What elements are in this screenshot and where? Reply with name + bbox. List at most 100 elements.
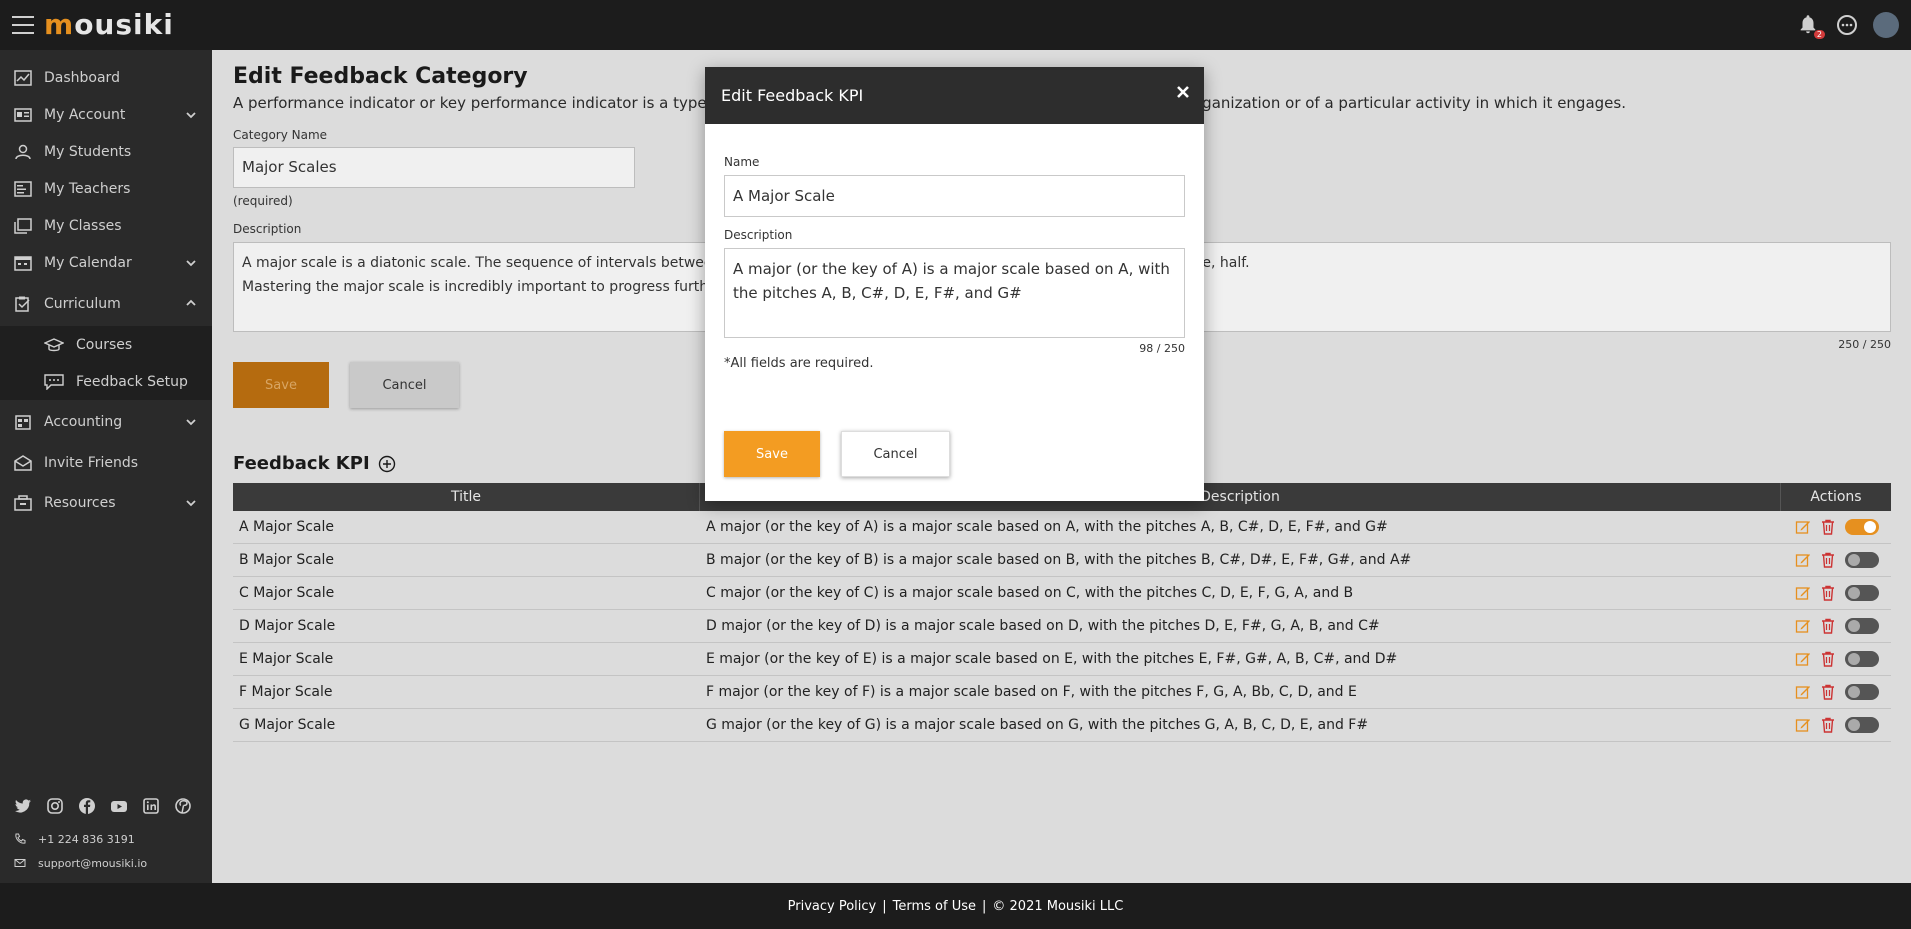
modal-description-label: Description [724, 228, 793, 242]
linkedin-icon[interactable] [142, 797, 160, 815]
table-row: D Major Scale D major (or the key of D) i… [233, 610, 1891, 643]
sidebar-item-feedback-setup[interactable]: Feedback Setup [0, 363, 212, 400]
trash-icon[interactable] [1821, 717, 1835, 733]
chat-icon[interactable] [1835, 13, 1859, 37]
avatar[interactable] [1873, 12, 1899, 38]
sidebar-item-courses[interactable]: Courses [0, 326, 212, 363]
row-actions [1781, 610, 1891, 642]
sidebar-item-curriculum[interactable]: Curriculum [0, 281, 212, 326]
sidebar-item-invite-friends[interactable]: Invite Friends [0, 444, 212, 481]
modal-cancel-button[interactable]: Cancel [841, 431, 950, 477]
sidebar-footer: +1 224 836 3191 support@mousiki.io [0, 787, 212, 883]
row-actions [1781, 577, 1891, 609]
edit-icon[interactable] [1795, 618, 1811, 634]
trash-icon[interactable] [1821, 651, 1835, 667]
chevron-down-icon[interactable] [186, 258, 196, 268]
sidebar-item-resources[interactable]: Resources [0, 481, 212, 525]
sidebar-item-dashboard[interactable]: Dashboard [0, 59, 212, 96]
chevron-up-icon[interactable] [186, 298, 196, 308]
chevron-down-icon[interactable] [186, 110, 196, 120]
active-toggle[interactable] [1845, 717, 1879, 733]
envelope-icon [14, 454, 32, 471]
section-title-text: Feedback KPI [233, 453, 370, 474]
instagram-icon[interactable] [46, 797, 64, 815]
active-toggle[interactable] [1845, 552, 1879, 568]
cancel-button[interactable]: Cancel [350, 362, 459, 408]
bell-icon[interactable]: 2 [1797, 13, 1825, 39]
row-title: B Major Scale [239, 552, 335, 568]
toggle-knob [1848, 554, 1860, 566]
edit-icon[interactable] [1795, 717, 1811, 733]
edit-icon[interactable] [1795, 684, 1811, 700]
phone-icon [15, 833, 26, 844]
chevron-down-icon[interactable] [186, 417, 196, 427]
resources-icon [14, 495, 32, 511]
edit-icon[interactable] [1795, 519, 1811, 535]
close-icon[interactable] [1176, 85, 1190, 99]
sidebar-item-accounting[interactable]: Accounting [0, 400, 212, 444]
kpi-description-textarea[interactable]: A major (or the key of A) is a major sca… [724, 248, 1185, 338]
modal-save-button[interactable]: Save [724, 431, 820, 477]
description-counter: 250 / 250 [1838, 338, 1891, 351]
row-description: D major (or the key of D) is a major sca… [706, 618, 1380, 634]
facebook-icon[interactable] [78, 797, 96, 815]
contact-phone[interactable]: +1 224 836 3191 [14, 827, 198, 851]
email-text: support@mousiki.io [38, 856, 148, 870]
active-toggle[interactable] [1845, 519, 1879, 535]
dashboard-icon [14, 69, 32, 86]
modal-header: Edit Feedback KPI [705, 67, 1204, 124]
edit-icon[interactable] [1795, 552, 1811, 568]
contact-email[interactable]: support@mousiki.io [14, 851, 198, 875]
category-name-label: Category Name [233, 128, 328, 142]
youtube-icon[interactable] [110, 797, 128, 815]
teacher-icon [14, 180, 32, 197]
sidebar-item-my-classes[interactable]: My Classes [0, 207, 212, 244]
category-name-input[interactable]: Major Scales [233, 147, 635, 188]
menu-icon[interactable] [12, 16, 34, 34]
toggle-knob [1848, 587, 1860, 599]
save-button[interactable]: Save [233, 362, 329, 408]
trash-icon[interactable] [1821, 519, 1835, 535]
trash-icon[interactable] [1821, 552, 1835, 568]
add-circle-icon[interactable] [378, 455, 396, 473]
edit-icon[interactable] [1795, 651, 1811, 667]
table-row: F Major Scale F major (or the key of F) i… [233, 676, 1891, 709]
toggle-knob [1864, 521, 1876, 533]
chevron-down-icon[interactable] [186, 498, 196, 508]
phone-text: +1 224 836 3191 [38, 832, 135, 846]
toggle-knob [1848, 686, 1860, 698]
sidebar-item-label: My Account [44, 106, 126, 123]
required-note: *All fields are required. [724, 356, 874, 371]
description-label: Description [233, 222, 302, 236]
logo-mark: m [44, 8, 75, 41]
classes-icon [14, 217, 32, 234]
kpi-name-input[interactable] [724, 175, 1185, 217]
sidebar-item-label: Feedback Setup [76, 373, 188, 390]
row-description: G major (or the key of G) is a major sca… [706, 717, 1369, 733]
active-toggle[interactable] [1845, 585, 1879, 601]
sidebar: Dashboard My Account My Students My Teac… [0, 50, 212, 883]
pinterest-icon[interactable] [174, 797, 192, 815]
twitter-icon[interactable] [14, 797, 32, 815]
top-bar: mousiki 2 [0, 0, 1911, 50]
active-toggle[interactable] [1845, 651, 1879, 667]
table-row: B Major Scale B major (or the key of B) i… [233, 544, 1891, 577]
column-header-title[interactable]: Title [233, 483, 700, 511]
row-title: G Major Scale [239, 717, 336, 733]
edit-icon[interactable] [1795, 585, 1811, 601]
logo[interactable]: mousiki [44, 8, 174, 41]
table-body: A Major Scale A major (or the key of A) i… [233, 511, 1891, 742]
privacy-policy-link[interactable]: Privacy Policy [788, 899, 877, 914]
sidebar-item-my-teachers[interactable]: My Teachers [0, 170, 212, 207]
sidebar-item-my-calendar[interactable]: My Calendar [0, 244, 212, 281]
trash-icon[interactable] [1821, 618, 1835, 634]
top-icons: 2 [1797, 12, 1899, 39]
active-toggle[interactable] [1845, 684, 1879, 700]
sidebar-item-my-students[interactable]: My Students [0, 133, 212, 170]
sidebar-item-my-account[interactable]: My Account [0, 96, 212, 133]
trash-icon[interactable] [1821, 684, 1835, 700]
trash-icon[interactable] [1821, 585, 1835, 601]
active-toggle[interactable] [1845, 618, 1879, 634]
terms-of-use-link[interactable]: Terms of Use [893, 899, 976, 914]
modal-name-label: Name [724, 155, 760, 169]
